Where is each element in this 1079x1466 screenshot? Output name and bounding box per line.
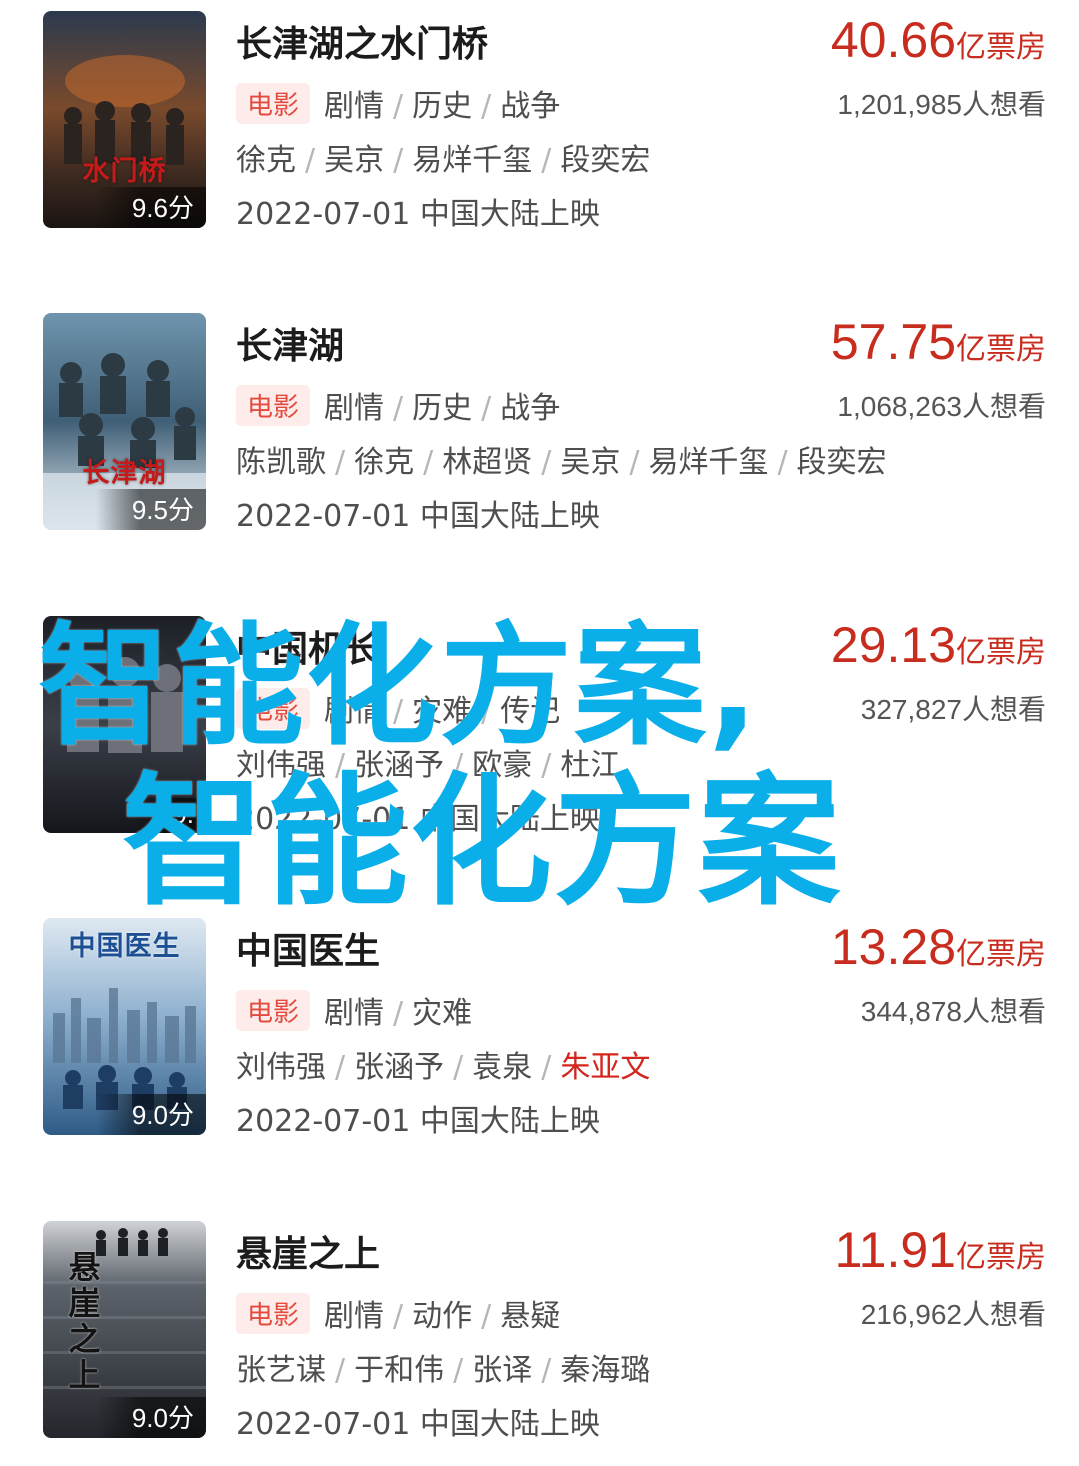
box-office: 11.91亿票房 bbox=[835, 1221, 1046, 1279]
release-date: 2022-07-01 中国大陆上映 bbox=[236, 197, 600, 232]
box-office-unit: 亿票房 bbox=[956, 938, 1046, 971]
cast-member: 于和伟 bbox=[354, 1353, 445, 1388]
box-office: 57.75亿票房 bbox=[831, 313, 1046, 371]
cast-member: 袁泉 bbox=[472, 1050, 533, 1085]
movie-item[interactable]: 悬崖之上 9.0分 悬崖之上 11.91亿票房 电影 剧情 / 动作 / 悬疑 216,9… bbox=[0, 1221, 1079, 1442]
movie-title[interactable]: 长津湖之水门桥 bbox=[236, 15, 488, 67]
box-office-unit: 亿票房 bbox=[956, 31, 1046, 64]
poster-title: 水门桥 bbox=[82, 156, 167, 187]
want-count: 344,878人想看 bbox=[860, 996, 1046, 1027]
release-date: 2022-07-01 中国大陆上映 bbox=[236, 499, 600, 534]
genre: 战争 bbox=[500, 89, 561, 124]
release-date: 2022-07-01 中国大陆上映 bbox=[236, 1104, 600, 1139]
movie-list-page: 水门桥 9.6分 长津湖之水门桥 40.66亿票房 电影 剧情 / 历史 / 战争 1,2… bbox=[0, 0, 1079, 1466]
genre: 战争 bbox=[500, 391, 561, 426]
cast-member: 张涵予 bbox=[354, 1050, 445, 1085]
movie-poster[interactable]: 水门桥 9.6分 bbox=[43, 11, 206, 228]
box-office: 40.66亿票房 bbox=[831, 11, 1046, 69]
cast-member: 刘伟强 bbox=[236, 1050, 326, 1085]
category-tag: 电影 bbox=[236, 83, 311, 124]
box-office-value: 29.13 bbox=[830, 617, 956, 673]
movie-score: 9.6分 bbox=[95, 187, 206, 228]
release-date: 2022-07-01 中国大陆上映 bbox=[236, 1407, 600, 1442]
cast-member: 徐克 bbox=[354, 445, 415, 480]
box-office-value: 57.75 bbox=[830, 314, 956, 370]
cast-row: 刘伟强 / 张涵予 / 袁泉 / 朱亚文 bbox=[236, 1050, 651, 1085]
box-office: 13.28亿票房 bbox=[831, 918, 1046, 976]
genre-row: 电影 剧情 / 历史 / 战争 bbox=[236, 81, 560, 125]
cast-member: 林超贤 bbox=[442, 445, 533, 480]
cast-member: 张译 bbox=[472, 1353, 533, 1388]
box-office-value: 11.91 bbox=[834, 1222, 956, 1278]
genre: 剧情 bbox=[324, 89, 385, 124]
cast-member: 吴京 bbox=[560, 445, 621, 480]
box-office-unit: 亿票房 bbox=[956, 636, 1046, 669]
movie-info: 长津湖 57.75亿票房 电影 剧情 / 历史 / 战争 1,068,263人想看 陈凯歌… bbox=[236, 313, 1046, 534]
movie-score: 9.0分 bbox=[95, 1397, 206, 1438]
movie-poster[interactable]: 长津湖 9.5分 bbox=[43, 313, 206, 530]
cast-member: 张艺谋 bbox=[236, 1353, 326, 1388]
cast-member: 段奕宏 bbox=[796, 445, 887, 480]
genre-row: 电影 剧情 / 灾难 bbox=[236, 988, 472, 1032]
box-office-value: 40.66 bbox=[830, 12, 956, 68]
movie-item[interactable]: 长津湖 9.5分 长津湖 57.75亿票房 电影 剧情 / 历史 / 战争 1,068,2… bbox=[0, 313, 1079, 534]
genre: 历史 bbox=[412, 89, 473, 124]
want-count: 216,962人想看 bbox=[860, 1299, 1046, 1330]
category-tag: 电影 bbox=[236, 990, 311, 1031]
movie-score: 9.5分 bbox=[95, 489, 206, 530]
movie-poster[interactable]: 中国医生 9.0分 bbox=[43, 918, 206, 1135]
genre: 剧情 bbox=[324, 391, 385, 426]
movie-info: 长津湖之水门桥 40.66亿票房 电影 剧情 / 历史 / 战争 1,201,985人想看… bbox=[236, 11, 1046, 232]
poster-title: 长津湖 bbox=[82, 458, 167, 489]
genre: 剧情 bbox=[324, 1299, 385, 1334]
genre: 灾难 bbox=[412, 996, 473, 1031]
want-count: 1,068,263人想看 bbox=[837, 391, 1046, 422]
box-office: 29.13亿票房 bbox=[831, 616, 1046, 674]
cast-member: 吴京 bbox=[324, 143, 385, 178]
genre-row: 电影 剧情 / 动作 / 悬疑 bbox=[236, 1291, 560, 1335]
movie-info: 悬崖之上 11.91亿票房 电影 剧情 / 动作 / 悬疑 216,962人想看 张艺谋 /… bbox=[236, 1221, 1046, 1442]
cast-member: 陈凯歌 bbox=[236, 445, 326, 480]
genre: 剧情 bbox=[324, 996, 385, 1031]
cast-member: 段奕宏 bbox=[560, 143, 651, 178]
movie-title[interactable]: 长津湖 bbox=[236, 317, 344, 369]
box-office-value: 13.28 bbox=[830, 919, 956, 975]
genre: 动作 bbox=[412, 1299, 473, 1334]
movie-title[interactable]: 悬崖之上 bbox=[236, 1225, 380, 1277]
cast-member: 徐克 bbox=[236, 143, 296, 178]
cast-member: 秦海璐 bbox=[560, 1353, 651, 1388]
cast-member: 易烊千玺 bbox=[412, 143, 533, 178]
poster-title: 悬崖之上 bbox=[68, 1248, 102, 1394]
genre-row: 电影 剧情 / 历史 / 战争 bbox=[236, 383, 560, 427]
cast-row: 徐克 / 吴京 / 易烊千玺 / 段奕宏 bbox=[236, 143, 651, 178]
want-count: 327,827人想看 bbox=[860, 694, 1046, 725]
movie-score: 9.0分 bbox=[95, 1094, 206, 1135]
category-tag: 电影 bbox=[236, 1293, 311, 1334]
movie-item[interactable]: 水门桥 9.6分 长津湖之水门桥 40.66亿票房 电影 剧情 / 历史 / 战争 1,2… bbox=[0, 11, 1079, 232]
cast-member-highlight[interactable]: 朱亚文 bbox=[560, 1050, 650, 1085]
cast-row: 张艺谋 / 于和伟 / 张译 / 秦海璐 bbox=[236, 1353, 651, 1388]
box-office-unit: 亿票房 bbox=[956, 1241, 1046, 1274]
box-office-unit: 亿票房 bbox=[956, 333, 1046, 366]
genre: 悬疑 bbox=[500, 1299, 561, 1334]
watermark-text: 智能化方案 bbox=[122, 760, 842, 925]
want-count: 1,201,985人想看 bbox=[837, 89, 1046, 120]
cast-row: 陈凯歌 / 徐克 / 林超贤 / 吴京 / 易烊千玺 / 段奕宏 bbox=[236, 445, 887, 480]
category-tag: 电影 bbox=[236, 385, 311, 426]
movie-item[interactable]: 中国医生 9.0分 中国医生 13.28亿票房 电影 剧情 / 灾难 344,878人… bbox=[0, 918, 1079, 1139]
genre: 历史 bbox=[412, 391, 473, 426]
cast-member: 易烊千玺 bbox=[648, 445, 769, 480]
movie-poster[interactable]: 悬崖之上 9.0分 bbox=[43, 1221, 206, 1438]
movie-info: 中国医生 13.28亿票房 电影 剧情 / 灾难 344,878人想看 刘伟强 / 张涵予… bbox=[236, 918, 1046, 1139]
